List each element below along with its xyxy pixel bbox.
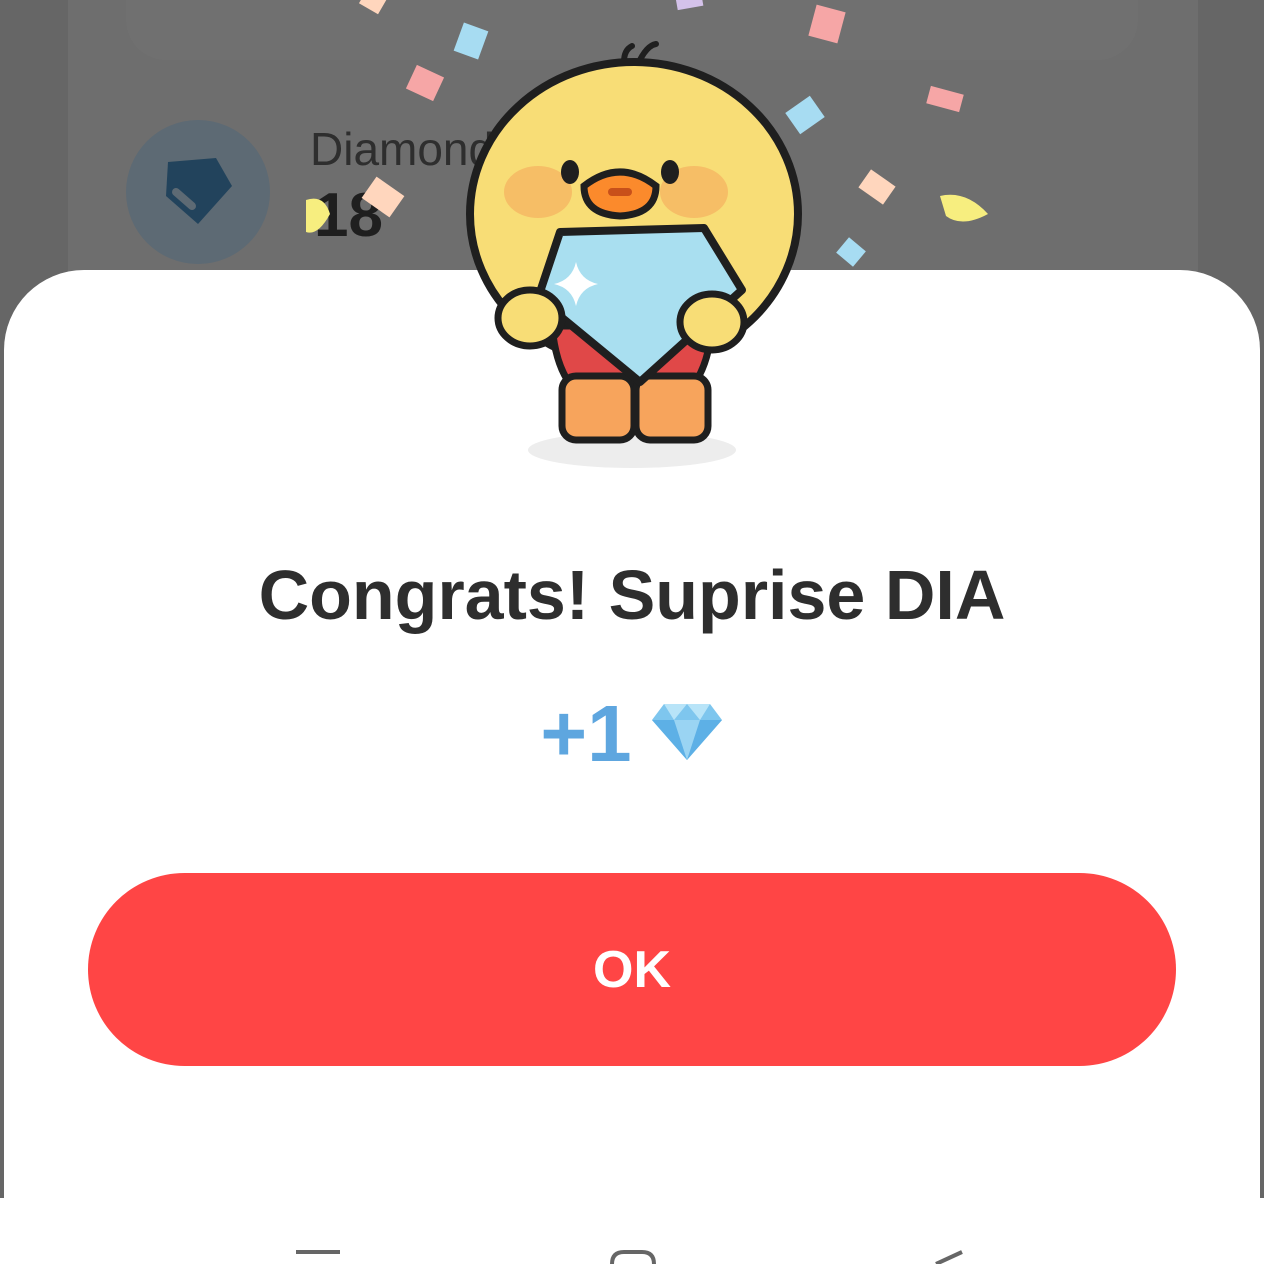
reward-row: +1 xyxy=(0,688,1264,780)
home-icon[interactable] xyxy=(610,1250,658,1264)
back-icon[interactable] xyxy=(930,1250,978,1264)
dialog-title: Congrats! Suprise DIA xyxy=(258,556,1006,634)
duck-holding-diamond-icon xyxy=(466,41,802,468)
system-nav-bar xyxy=(0,1198,1264,1264)
reward-amount: +1 xyxy=(540,689,632,778)
ok-button[interactable]: OK xyxy=(88,873,1176,1066)
recents-icon[interactable] xyxy=(296,1250,344,1264)
diamond-icon xyxy=(650,702,724,767)
